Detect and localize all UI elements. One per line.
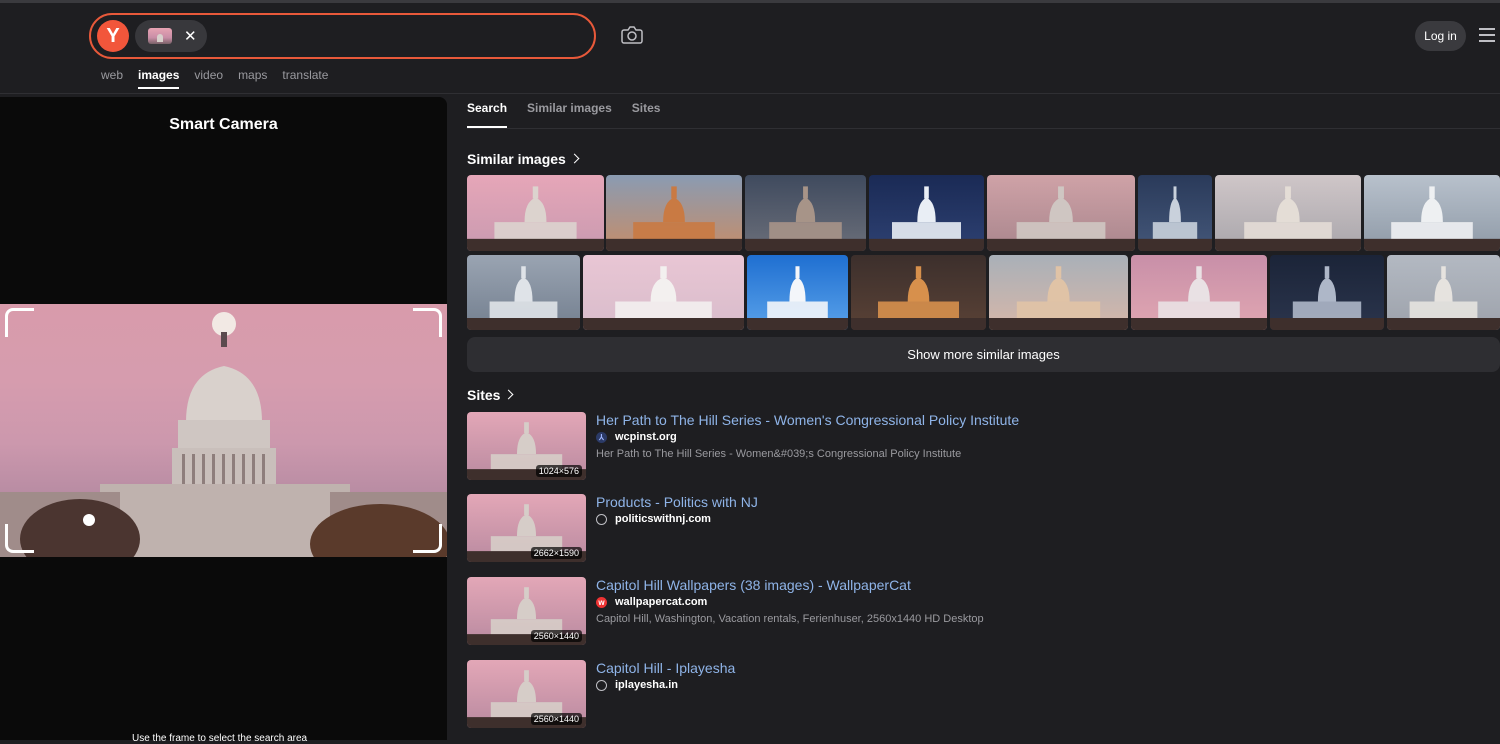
site-domain[interactable]: iplayesha.in (596, 679, 678, 691)
chevron-right-icon (504, 389, 514, 400)
similar-image-thumbnail[interactable] (987, 175, 1135, 251)
tab-web[interactable]: web (101, 68, 123, 89)
smart-camera-hint: Use the frame to select the search area (132, 733, 308, 744)
search-type-nav: web images video maps translate (101, 68, 343, 89)
site-thumbnail[interactable]: 2560×1440 (467, 577, 586, 645)
site-result[interactable]: 2560×1440 Capitol Hill Wallpapers (38 im… (467, 577, 1497, 647)
image-size-badge: 2560×1440 (530, 713, 582, 725)
crop-handle-bottom-left[interactable] (5, 524, 34, 553)
similar-image-thumbnail[interactable] (606, 175, 742, 251)
site-domain[interactable]: w wallpapercat.com (596, 596, 707, 608)
image-size-badge: 1024×576 (535, 465, 582, 477)
login-button[interactable]: Log in (1415, 21, 1466, 51)
similar-image-thumbnail[interactable] (583, 255, 744, 330)
site-thumbnail[interactable]: 2560×1440 (467, 660, 586, 728)
image-size-badge: 2560×1440 (530, 630, 582, 642)
tab-sites[interactable]: Sites (632, 101, 661, 128)
site-title-link[interactable]: Her Path to The Hill Series - Women's Co… (596, 412, 1019, 428)
similar-images-heading[interactable]: Similar images (467, 151, 580, 167)
wallpapercat-icon: w (596, 596, 607, 608)
similar-image-thumbnail[interactable] (467, 175, 604, 251)
site-description: Capitol Hill, Washington, Vacation renta… (596, 613, 984, 625)
search-image-thumbnail (148, 28, 172, 44)
hamburger-menu-icon[interactable] (1479, 28, 1495, 42)
tab-similar-images[interactable]: Similar images (527, 101, 612, 128)
camera-icon[interactable] (620, 25, 644, 45)
similar-image-thumbnail[interactable] (1387, 255, 1500, 330)
similar-image-thumbnail[interactable] (467, 255, 580, 330)
crop-handle-top-left[interactable] (5, 308, 34, 337)
site-thumbnail[interactable]: 1024×576 (467, 412, 586, 480)
similar-image-thumbnail[interactable] (1138, 175, 1212, 251)
similar-image-thumbnail[interactable] (851, 255, 986, 330)
tab-search[interactable]: Search (467, 101, 508, 128)
site-result[interactable]: 2662×1590 Products - Politics with NJ po… (467, 494, 1497, 564)
similar-image-thumbnail[interactable] (1215, 175, 1361, 251)
globe-icon (596, 679, 607, 691)
similar-image-thumbnail[interactable] (1270, 255, 1384, 330)
crop-handle-top-right[interactable] (413, 308, 442, 337)
yandex-logo[interactable]: Y (97, 20, 129, 52)
tabs-divider (467, 128, 1500, 129)
tab-translate[interactable]: translate (282, 68, 328, 89)
object-marker-dot[interactable] (83, 514, 95, 526)
site-domain[interactable]: ⅄ wcpinst.org (596, 431, 677, 443)
show-more-similar-button[interactable]: Show more similar images (467, 337, 1500, 372)
site-title-link[interactable]: Capitol Hill - Iplayesha (596, 660, 735, 676)
smart-camera-title: Smart Camera (169, 116, 278, 133)
search-image-chip[interactable]: ✕ (135, 20, 207, 52)
site-thumbnail[interactable]: 2662×1590 (467, 494, 586, 562)
tab-video[interactable]: video (194, 68, 223, 89)
globe-icon (596, 513, 607, 525)
tab-images[interactable]: images (138, 68, 180, 89)
site-description: Her Path to The Hill Series - Women&#039… (596, 448, 962, 460)
site-result[interactable]: 2560×1440 Capitol Hill - Iplayesha iplay… (467, 660, 1497, 730)
result-tabs: Search Similar images Sites (467, 101, 680, 128)
similar-image-thumbnail[interactable] (989, 255, 1128, 330)
similar-image-thumbnail[interactable] (747, 255, 848, 330)
image-size-badge: 2662×1590 (530, 547, 582, 559)
chevron-right-icon (569, 153, 580, 164)
site-domain[interactable]: politicswithnj.com (596, 513, 711, 525)
search-bar[interactable]: Y ✕ (89, 13, 596, 59)
crop-handle-bottom-right[interactable] (413, 524, 442, 553)
wcpi-icon: ⅄ (596, 431, 607, 443)
close-icon[interactable]: ✕ (184, 29, 197, 44)
similar-image-thumbnail[interactable] (869, 175, 984, 251)
similar-image-thumbnail[interactable] (745, 175, 866, 251)
site-title-link[interactable]: Products - Politics with NJ (596, 494, 758, 510)
similar-image-thumbnail[interactable] (1131, 255, 1267, 330)
query-image[interactable] (0, 304, 447, 557)
similar-image-thumbnail[interactable] (1364, 175, 1500, 251)
site-title-link[interactable]: Capitol Hill Wallpapers (38 images) - Wa… (596, 577, 911, 593)
sites-heading[interactable]: Sites (467, 387, 514, 403)
site-result[interactable]: 1024×576 Her Path to The Hill Series - W… (467, 412, 1497, 482)
smart-camera-panel: Smart Camera Use the frame to select the… (0, 97, 447, 744)
tab-maps[interactable]: maps (238, 68, 267, 89)
header: Y ✕ Log in web images video maps transla… (0, 3, 1500, 94)
